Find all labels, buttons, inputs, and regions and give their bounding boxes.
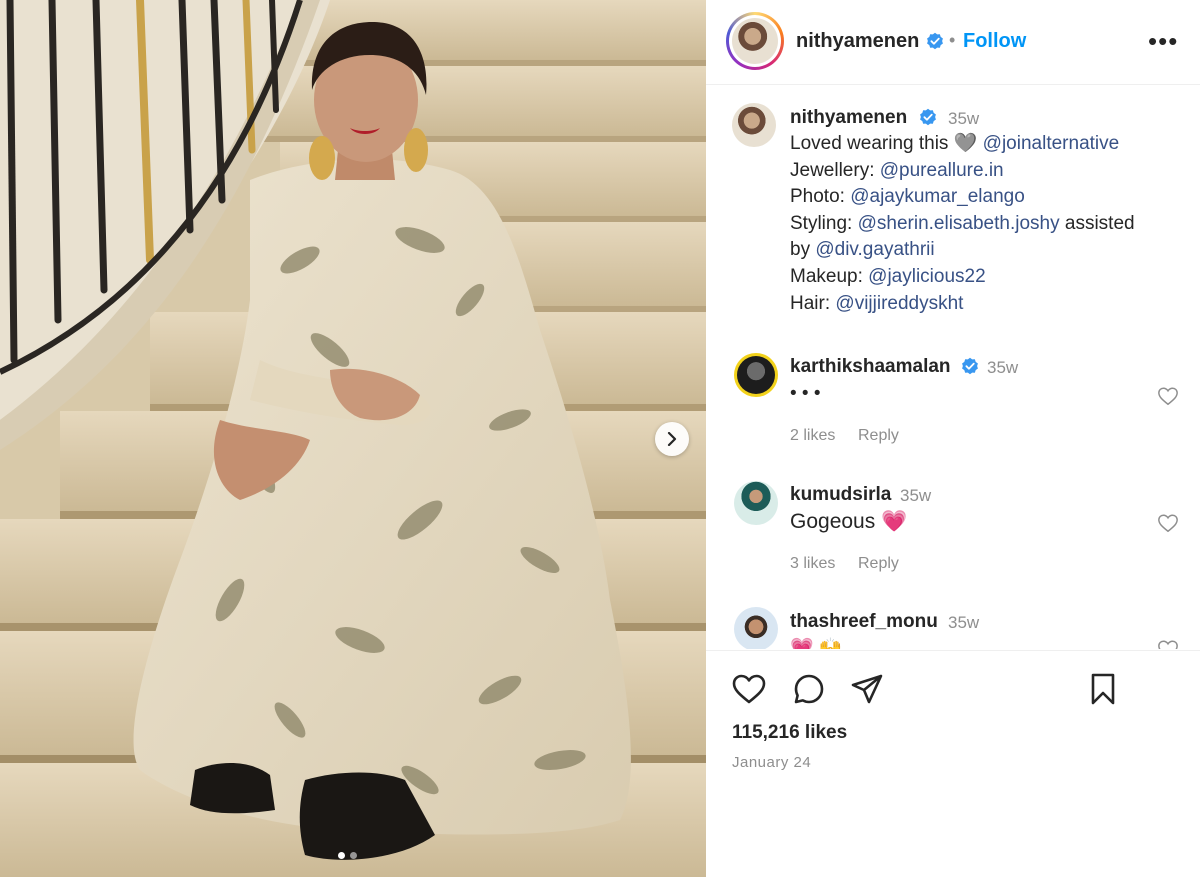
caption-line: Styling: @sherin.elisabeth.joshy assiste…	[790, 212, 1135, 234]
verified-badge-icon	[926, 32, 944, 50]
comment-username[interactable]: kumudsirla	[790, 484, 891, 506]
author-avatar[interactable]	[732, 103, 776, 147]
author-username[interactable]: nithyamenen	[796, 30, 919, 53]
caption-line: Photo: @ajaykumar_elango	[790, 186, 1025, 208]
comment-likes[interactable]: 2 likes	[790, 427, 835, 445]
likes-count[interactable]: 115,216 likes	[732, 722, 847, 744]
comment-time: 35w	[900, 486, 932, 505]
heart-emoji: 🩶	[953, 133, 978, 154]
carousel-dot	[338, 852, 345, 859]
header-separator: •	[949, 30, 956, 50]
comment-time: 35w	[948, 613, 980, 632]
caption-line: Jewellery: @pureallure.in	[790, 159, 1004, 181]
more-options-icon[interactable]: •••	[1148, 26, 1178, 57]
comment-icon[interactable]	[791, 671, 827, 707]
caption-line: Makeup: @jaylicious22	[790, 266, 986, 287]
caption-line: Loved wearing this 🩶 @joinalternative	[790, 133, 1120, 154]
bookmark-icon[interactable]	[1085, 671, 1121, 707]
heart-icon[interactable]	[731, 671, 767, 707]
mention-link[interactable]: @jaylicious22	[868, 266, 986, 287]
caption-line: Hair: @vijjireddyskht	[790, 292, 964, 314]
commenter-avatar[interactable]	[734, 607, 778, 649]
comment-heart-icon[interactable]	[1157, 512, 1179, 534]
caption-time: 35w	[948, 109, 980, 128]
mention-link[interactable]: @ajaykumar_elango	[850, 186, 1025, 207]
post-date[interactable]: January 24	[732, 754, 811, 771]
carousel-dot	[350, 852, 357, 859]
mention-link[interactable]: @div.gayathrii	[815, 239, 934, 260]
comment-username[interactable]: karthikshaamalan	[790, 356, 951, 378]
reply-button[interactable]: Reply	[858, 555, 899, 573]
comment-likes[interactable]: 3 likes	[790, 555, 835, 573]
author-avatar[interactable]	[726, 12, 784, 70]
mention-link[interactable]: @joinalternative	[983, 133, 1120, 154]
next-image-button[interactable]	[655, 422, 689, 456]
comment-heart-icon[interactable]	[1157, 385, 1179, 407]
comment-text: • • •	[790, 383, 821, 404]
comment-text: Gogeous 💗	[790, 510, 908, 533]
comment-time: 35w	[987, 358, 1019, 377]
mention-link[interactable]: @pureallure.in	[880, 160, 1004, 181]
follow-button[interactable]: Follow	[963, 30, 1026, 53]
reply-button[interactable]: Reply	[858, 427, 899, 445]
carousel-indicator	[338, 852, 357, 859]
verified-badge-icon	[919, 108, 937, 126]
comment-username[interactable]: thashreef_monu	[790, 611, 938, 633]
commenter-avatar[interactable]	[734, 481, 778, 525]
mention-link[interactable]: @vijjireddyskht	[835, 293, 963, 314]
chevron-right-icon	[667, 432, 677, 446]
verified-badge-icon	[961, 357, 979, 375]
comment-heart-icon[interactable]	[1157, 638, 1179, 649]
caption-line: by @div.gayathrii	[790, 239, 935, 261]
comments-list[interactable]: nithyamenen 35w Loved wearing this 🩶 @jo…	[706, 85, 1200, 649]
post-header: nithyamenen • Follow •••	[706, 0, 1200, 85]
comment-text: 💗 🙌	[790, 638, 843, 649]
post-side-panel: nithyamenen • Follow ••• nithyamenen 35w…	[706, 0, 1200, 877]
caption-username[interactable]: nithyamenen	[790, 107, 907, 129]
post-photo	[0, 0, 706, 877]
commenter-avatar[interactable]	[734, 353, 778, 397]
post-image[interactable]	[0, 0, 706, 877]
post-actions: 115,216 likes January 24	[706, 650, 1200, 878]
mention-link[interactable]: @sherin.elisabeth.joshy	[858, 213, 1060, 234]
share-icon[interactable]	[849, 671, 885, 707]
